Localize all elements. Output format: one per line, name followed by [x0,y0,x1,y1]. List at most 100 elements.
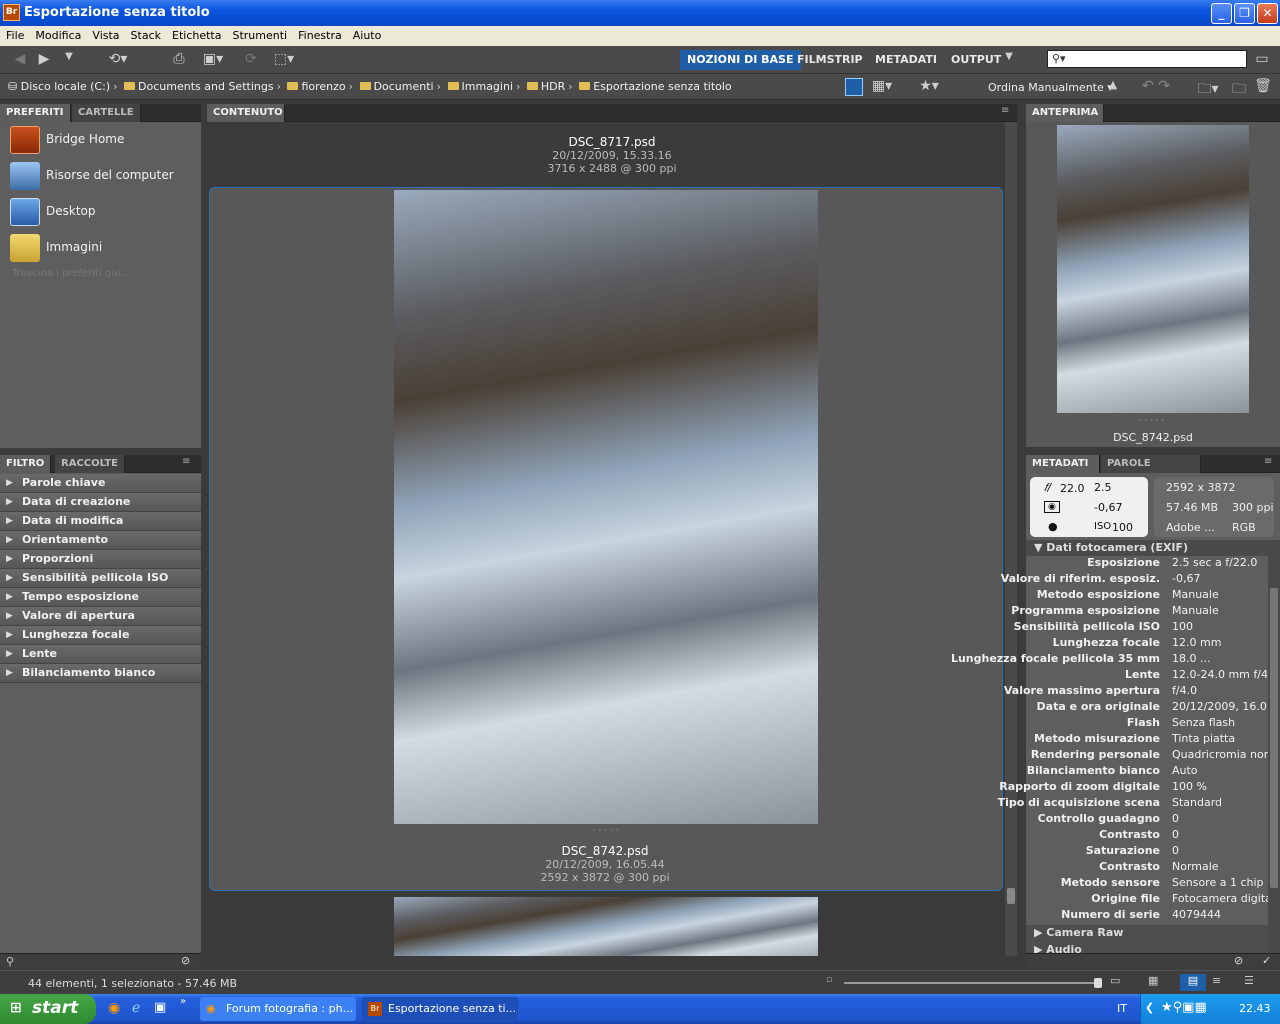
exif-value[interactable]: 18.0 ... [1172,652,1268,665]
tray-expand-icon[interactable]: ❮ [1145,1001,1154,1014]
audio-section[interactable]: ▶ Audio [1026,942,1268,953]
details-view-icon[interactable]: ☰ [1244,974,1254,987]
apply-check-icon[interactable]: ✓ [1262,954,1271,967]
workspace-metadati[interactable]: METADATI [868,50,944,70]
panel-menu-icon[interactable]: ≡ [1001,105,1009,116]
view-thumbnails-icon[interactable] [845,78,863,96]
show-desktop-icon[interactable]: ▣ [154,1000,166,1015]
tray-icons[interactable]: ★⚲▣▦ [1161,1000,1207,1015]
menu-strumenti[interactable]: Strumenti [226,26,292,42]
filter-data-di-modifica[interactable]: ▶ Data di modifica [0,512,201,531]
content-scrollbar[interactable] [1005,122,1017,956]
exif-value[interactable]: 0 [1172,828,1268,841]
grid-view-icon[interactable]: ▦ [1148,974,1158,987]
history-dropdown-icon[interactable]: ▼ [62,51,76,69]
exif-value[interactable]: Manuale [1172,604,1268,617]
filter-lunghezza-focale[interactable]: ▶ Lunghezza focale [0,626,201,645]
start-button[interactable]: ⊞ start [0,994,96,1024]
zoom-small-icon[interactable]: ▫ [826,975,832,985]
thumbnail-image-next[interactable] [394,897,818,956]
breadcrumb-item[interactable]: Disco locale (C:) [21,80,110,93]
breadcrumb-item[interactable]: HDR [541,80,565,93]
exif-value[interactable]: Fotocamera digitale [1172,892,1268,905]
exif-value[interactable]: 100 % [1172,780,1268,793]
scroll-thumb[interactable] [1007,888,1015,904]
menu-aiuto[interactable]: Aiuto [347,26,387,42]
breadcrumb-item[interactable]: Documents and Settings [138,80,274,93]
menu-file[interactable]: File [0,26,29,42]
search-input[interactable]: ⚲▾ [1047,50,1247,68]
breadcrumb-item[interactable]: Immagini [462,80,513,93]
refine-icon[interactable]: ▣▾ [198,51,228,69]
exif-value[interactable]: 4079444 [1172,908,1268,921]
exif-value[interactable]: 12.0 mm [1172,636,1268,649]
internet-explorer-icon[interactable]: ℯ [132,1000,140,1016]
firefox-icon[interactable]: ◉ [108,1000,120,1016]
tab-metadati[interactable]: METADATI [1026,455,1100,473]
exif-value[interactable]: 0 [1172,812,1268,825]
metadata-scrollbar[interactable] [1268,540,1280,953]
tab-parole-chiave[interactable]: PAROLE CHIAVE [1101,455,1201,487]
tab-contenuto[interactable]: CONTENUTO [207,104,285,122]
workspace-output[interactable]: OUTPUT [944,50,1008,70]
workspace-filmstrip[interactable]: FILMSTRIP [790,50,870,70]
camera-import-icon[interactable]: ⎙ [168,51,190,69]
open-recent-icon[interactable]: 🗀▾ [1194,78,1222,97]
exif-value[interactable]: 2.5 sec a f/22.0 [1172,556,1268,569]
tab-filtro[interactable]: FILTRO [0,455,52,473]
exif-value[interactable]: 100 [1172,620,1268,633]
favorite-risorse-del-computer[interactable]: Risorse del computer [8,160,198,194]
filter-orientamento[interactable]: ▶ Orientamento [0,531,201,550]
exif-value[interactable]: 12.0-24.0 mm f/4.0 [1172,668,1268,681]
exif-value[interactable]: Auto [1172,764,1268,777]
filter-parole-chiave[interactable]: ▶ Parole chiave [0,474,201,493]
filter-tempo-esposizione[interactable]: ▶ Tempo esposizione [0,588,201,607]
rating-dots[interactable]: ····· [210,826,1004,836]
filter-proporzioni[interactable]: ▶ Proporzioni [0,550,201,569]
close-button[interactable]: ✕ [1257,3,1278,24]
open-camera-raw-icon[interactable]: ⟳ [240,51,262,69]
zoom-large-icon[interactable]: ▭ [1110,974,1120,987]
taskbar-task-forum[interactable]: ◉ Forum fotografia : ph... [200,997,356,1021]
exif-value[interactable]: Standard [1172,796,1268,809]
exif-value[interactable]: Senza flash [1172,716,1268,729]
rotate-recent-icon[interactable]: ⟲▾ [104,51,132,69]
tab-anteprima[interactable]: ANTEPRIMA [1026,104,1104,122]
panel-menu-icon[interactable]: ≡ [182,456,190,467]
clear-filter-icon[interactable]: ⊘ [181,954,190,967]
new-folder-icon[interactable]: 🗀 [1230,78,1248,97]
forward-icon[interactable]: ▶ [34,51,54,69]
slider-handle[interactable] [1094,978,1102,988]
scroll-thumb[interactable] [1270,588,1278,888]
exif-value[interactable]: 0 [1172,844,1268,857]
language-indicator[interactable]: IT [1117,1002,1127,1015]
thumbnail-size-slider[interactable] [844,978,1102,988]
delete-icon[interactable]: 🗑 [1254,78,1272,96]
sort-dropdown[interactable]: Ordina Manualmente ▾ [988,81,1113,94]
filter-bilanciamento-bianco[interactable]: ▶ Bilanciamento bianco [0,664,201,683]
list-view-icon[interactable]: ≡ [1212,974,1221,987]
menu-finestra[interactable]: Finestra [292,26,347,42]
filter-sensibilita-iso[interactable]: ▶ Sensibilità pellicola ISO [0,569,201,588]
back-icon[interactable]: ◀ [10,51,30,69]
exif-value[interactable]: Normale [1172,860,1268,873]
rating-filter-icon[interactable]: ★▾ [914,78,944,96]
menu-stack[interactable]: Stack [125,26,166,42]
filter-valore-di-apertura[interactable]: ▶ Valore di apertura [0,607,201,626]
output-icon[interactable]: ⬚▾ [268,51,300,69]
favorite-bridge-home[interactable]: Bridge Home [8,124,198,158]
rotate-icon[interactable]: ↶ ↷ [1136,78,1176,96]
exif-value[interactable]: 20/12/2009, 16.0... [1172,700,1268,713]
taskbar-task-bridge[interactable]: Br Esportazione senza ti... [362,997,518,1021]
tab-preferiti[interactable]: PREFERITI [0,104,71,122]
workspace-menu-icon[interactable]: ▼ [1000,51,1018,69]
exif-section-header[interactable]: ▼ Dati fotocamera (EXIF) [1026,540,1268,556]
tab-raccolte[interactable]: RACCOLTE [55,455,125,473]
selected-thumbnail[interactable]: ····· DSC_8742.psd 20/12/2009, 16.05.44 … [209,187,1003,891]
breadcrumb-item[interactable]: Documenti [374,80,434,93]
menu-vista[interactable]: Vista [86,26,124,42]
compact-mode-icon[interactable]: ▭ [1254,51,1270,69]
sort-ascending-icon[interactable]: ▲ [1106,78,1120,96]
workspace-nozioni-di-base[interactable]: NOZIONI DI BASE [680,50,801,70]
filter-data-di-creazione[interactable]: ▶ Data di creazione [0,493,201,512]
